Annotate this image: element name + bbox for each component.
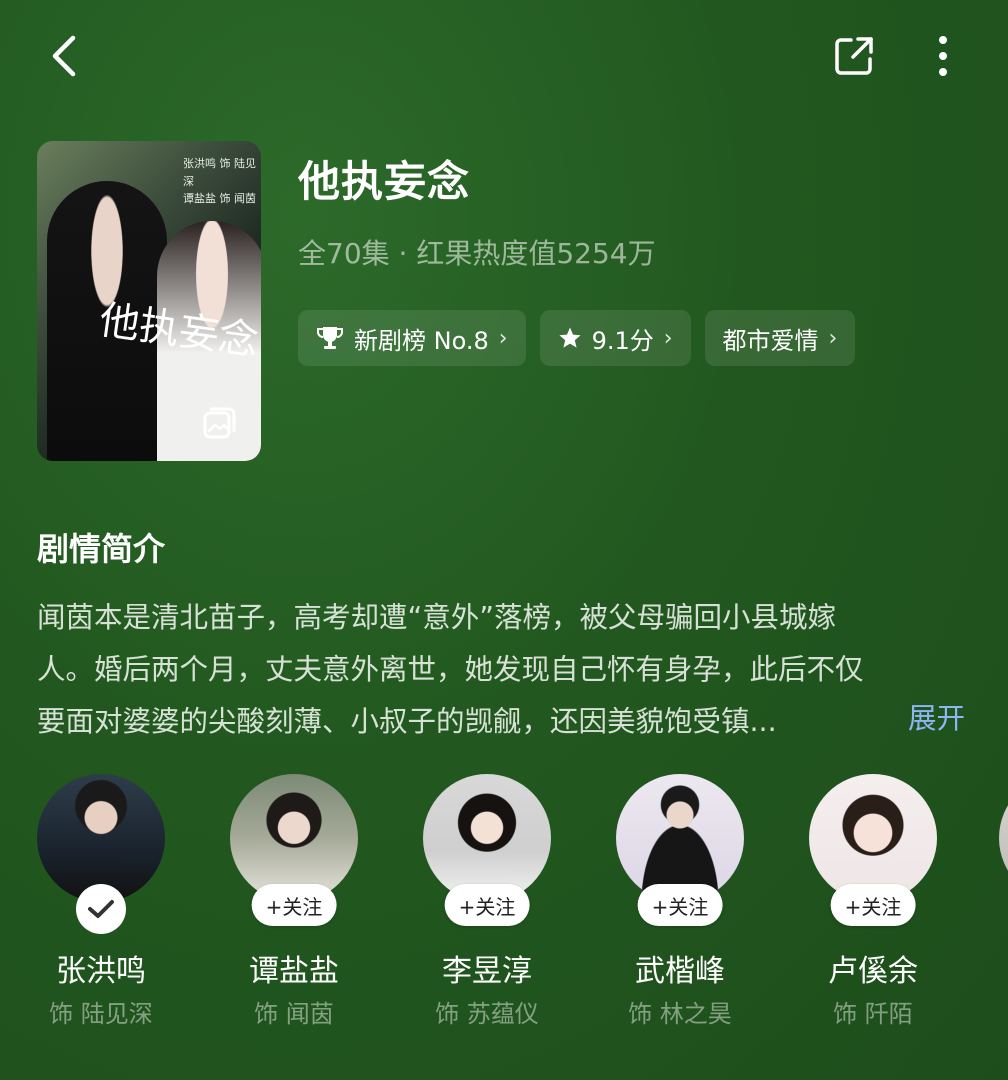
back-button[interactable] <box>36 28 92 84</box>
cast-name: 李昱淳 <box>442 954 532 989</box>
cast-member-partial[interactable] <box>999 774 1008 902</box>
avatar[interactable] <box>616 774 744 902</box>
chip-row: 新剧榜 No.8 › 9.1分 › 都市爱情 › <box>298 310 856 366</box>
chevron-right-icon: › <box>498 325 508 351</box>
chevron-right-icon: › <box>663 325 673 351</box>
follow-button[interactable]: +关注 <box>637 884 723 926</box>
more-vertical-icon <box>939 36 947 76</box>
trophy-icon <box>316 325 344 351</box>
cast-name: 张洪鸣 <box>56 954 146 989</box>
cast-member[interactable]: +关注 武楷峰 饰 林之昊 <box>616 774 744 1028</box>
avatar[interactable] <box>37 774 165 902</box>
genre-chip-label: 都市爱情 <box>722 326 819 355</box>
avatar[interactable] <box>230 774 358 902</box>
more-button[interactable] <box>918 28 968 84</box>
gallery-icon[interactable] <box>202 406 236 440</box>
cast-name: 卢傒余 <box>828 954 918 989</box>
cast-member[interactable]: +关注 谭盐盐 饰 闻茵 <box>230 774 358 1028</box>
synopsis-text: 闻茵本是清北苗子，高考却遭“意外”落榜，被父母骗回小县城嫁 人。婚后两个月，丈夫… <box>37 592 972 748</box>
cast-role: 饰 林之昊 <box>628 1000 732 1028</box>
chevron-right-icon: › <box>828 325 838 351</box>
genre-chip[interactable]: 都市爱情 › <box>704 310 856 366</box>
rating-chip[interactable]: 9.1分 › <box>539 310 691 366</box>
top-bar <box>0 0 1008 110</box>
synopsis-line: 闻茵本是清北苗子，高考却遭“意外”落榜，被父母骗回小县城嫁 <box>37 601 837 634</box>
cast-role: 饰 陆见深 <box>49 1000 153 1028</box>
poster-image[interactable]: 张洪鸣 饰 陆见深 谭盐盐 饰 闻茵 他执妄念 <box>37 141 261 461</box>
poster-credit-1: 张洪鸣 饰 陆见深 <box>183 157 256 188</box>
avatar[interactable] <box>999 774 1008 902</box>
follow-button[interactable]: +关注 <box>830 884 916 926</box>
show-meta: 全70集 · 红果热度值5254万 <box>298 237 656 270</box>
poster-credits: 张洪鸣 饰 陆见深 谭盐盐 饰 闻茵 <box>183 155 261 208</box>
cast-role: 饰 阡陌 <box>833 1000 913 1028</box>
cast-name: 武楷峰 <box>635 954 725 989</box>
share-icon <box>835 37 873 75</box>
rating-chip-label: 9.1分 <box>591 326 654 355</box>
cast-member[interactable]: +关注 卢傒余 饰 阡陌 <box>809 774 937 1028</box>
poster-credit-2: 谭盐盐 饰 闻茵 <box>183 192 256 206</box>
cast-list: 张洪鸣 饰 陆见深 +关注 谭盐盐 饰 闻茵 +关注 李昱淳 饰 苏蕴仪 +关注… <box>37 774 1008 1054</box>
chevron-left-icon <box>52 35 76 77</box>
followed-badge[interactable] <box>76 884 126 934</box>
star-icon <box>558 326 582 350</box>
cast-member[interactable]: 张洪鸣 饰 陆见深 <box>37 774 165 1028</box>
expand-link[interactable]: 展开 <box>908 696 965 737</box>
ranking-chip-label: 新剧榜 No.8 <box>354 326 489 355</box>
show-title: 他执妄念 <box>298 157 471 206</box>
ranking-chip[interactable]: 新剧榜 No.8 › <box>298 310 526 366</box>
check-icon <box>88 900 114 918</box>
cast-member[interactable]: +关注 李昱淳 饰 苏蕴仪 <box>423 774 551 1028</box>
share-button[interactable] <box>826 28 882 84</box>
avatar[interactable] <box>809 774 937 902</box>
cast-role: 饰 苏蕴仪 <box>435 1000 539 1028</box>
synopsis-line: 要面对婆婆的尖酸刻薄、小叔子的觊觎，还因美貌饱受镇... <box>37 705 777 738</box>
avatar[interactable] <box>423 774 551 902</box>
synopsis-line: 人。婚后两个月，丈夫意外离世，她发现自己怀有身孕，此后不仅 <box>37 653 864 686</box>
follow-button[interactable]: +关注 <box>251 884 337 926</box>
synopsis-heading: 剧情简介 <box>37 530 166 568</box>
follow-button[interactable]: +关注 <box>444 884 530 926</box>
cast-role: 饰 闻茵 <box>254 1000 334 1028</box>
cast-name: 谭盐盐 <box>249 954 339 989</box>
